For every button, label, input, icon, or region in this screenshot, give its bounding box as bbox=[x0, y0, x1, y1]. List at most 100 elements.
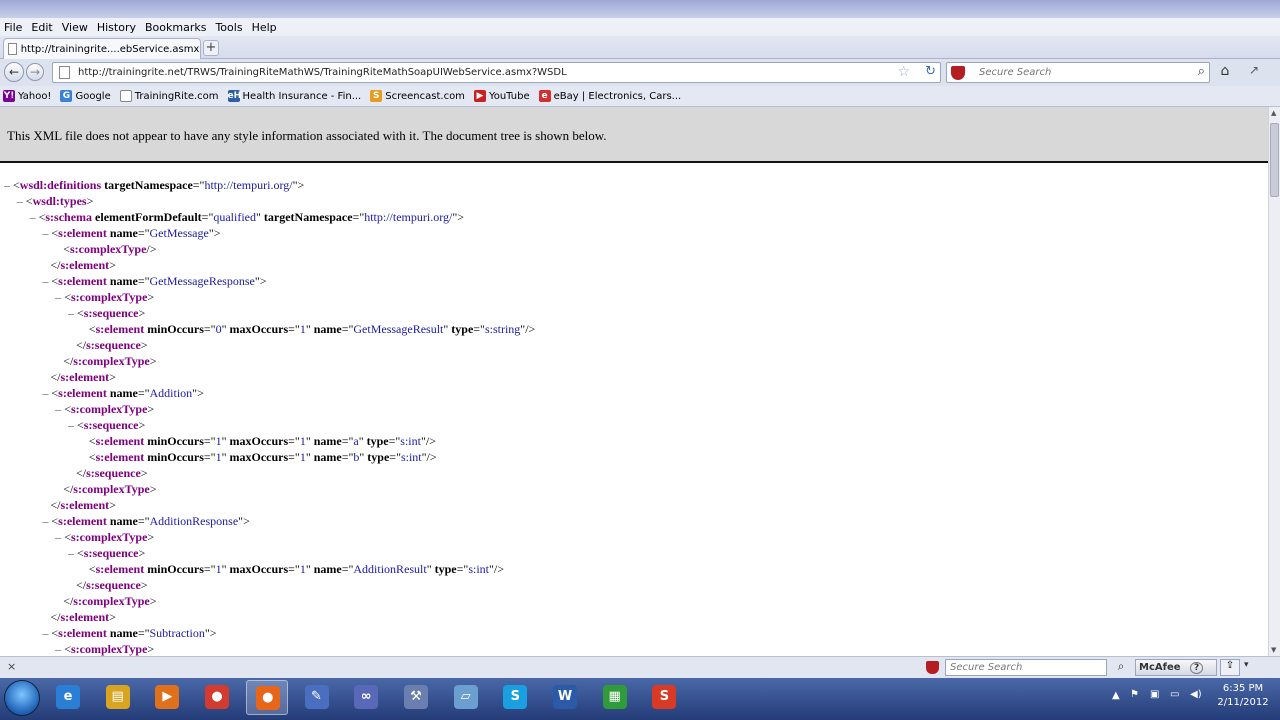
flag-icon[interactable]: ⚑ bbox=[1130, 689, 1139, 700]
taskbar-tools[interactable]: ⚒ bbox=[395, 680, 437, 715]
chevron-down-icon[interactable]: ▾ bbox=[1244, 660, 1249, 670]
menu-file[interactable]: File bbox=[4, 21, 22, 34]
collapse-toggle-icon[interactable]: – bbox=[55, 402, 64, 416]
taskbar-firefox[interactable]: ● bbox=[245, 680, 288, 715]
collapse-toggle-icon[interactable]: – bbox=[55, 290, 64, 304]
taskbar-notepad[interactable]: ▱ bbox=[445, 680, 487, 715]
xml-line: – <s:element name="Addition"> bbox=[42, 385, 203, 401]
menu-view[interactable]: View bbox=[62, 21, 88, 34]
taskbar-pen-tool[interactable]: ✎ bbox=[296, 680, 338, 715]
bookmark-item[interactable]: ▶ YouTube bbox=[473, 90, 530, 102]
home-icon[interactable]: ⌂ bbox=[1214, 63, 1236, 82]
tray-arrow-icon[interactable]: ▲ bbox=[1112, 690, 1120, 701]
vertical-scrollbar[interactable]: ▲ ▼ bbox=[1268, 107, 1280, 656]
search-icon[interactable]: ⌕ bbox=[1112, 659, 1130, 676]
xml-punctuation: </ bbox=[50, 498, 61, 512]
search-input[interactable] bbox=[979, 67, 1179, 78]
taskbar-explorer[interactable]: ▤ bbox=[97, 680, 139, 715]
taskbar-skype[interactable]: S bbox=[494, 680, 536, 715]
bookmark-item[interactable]: S Screencast.com bbox=[370, 90, 465, 102]
xml-line: – <s:element name="Subtraction"> bbox=[42, 625, 216, 641]
media-player-icon: ▶ bbox=[155, 685, 180, 709]
menu-tools[interactable]: Tools bbox=[215, 21, 242, 34]
xml-line: – <wsdl:types> bbox=[17, 193, 94, 209]
collapse-toggle-icon[interactable]: – bbox=[55, 642, 64, 656]
mcafee-button[interactable]: McAfee ? bbox=[1135, 659, 1217, 676]
windows-taskbar: e ▤ ▶ ● ● ✎ ∞ ⚒ ▱ S W ▦ S ▲ ⚑ ▣ ▭ ◀) 6:35 PM 2/11/20… bbox=[0, 678, 1280, 720]
menu-history[interactable]: History bbox=[97, 21, 136, 34]
bookmark-item[interactable]: e eBay | Electronics, Cars... bbox=[538, 90, 681, 102]
start-button[interactable] bbox=[4, 680, 40, 716]
menu-help[interactable]: Help bbox=[252, 21, 277, 34]
xml-attribute-value: GetMessageResult bbox=[353, 322, 444, 336]
xml-punctuation: < bbox=[88, 434, 96, 448]
new-tab-button[interactable]: + bbox=[203, 40, 219, 56]
bookmark-item[interactable]: G Google bbox=[60, 90, 111, 102]
collapse-toggle-icon[interactable]: – bbox=[68, 306, 77, 320]
xml-tag-name: s:element bbox=[58, 226, 107, 240]
xml-attribute-name: maxOccurs bbox=[229, 562, 289, 576]
taskbar-chrome[interactable]: ● bbox=[196, 680, 238, 715]
xml-tag-name: s:sequence bbox=[83, 546, 139, 560]
bookmark-item[interactable]: eH Health Insurance - Fin... bbox=[227, 90, 361, 102]
url-bar[interactable]: http://trainingrite.net/TRWS/TrainingRit… bbox=[52, 62, 941, 83]
collapse-toggle-icon[interactable]: – bbox=[4, 178, 13, 192]
search-icon[interactable]: ⌕ bbox=[1198, 64, 1205, 79]
xml-punctuation: =" bbox=[341, 434, 354, 448]
xml-punctuation: > bbox=[109, 258, 116, 272]
bookmark-label: Screencast.com bbox=[385, 90, 465, 102]
bookmark-star-icon[interactable]: ☆ bbox=[897, 64, 910, 80]
xml-punctuation: > bbox=[138, 306, 146, 320]
status-search-input[interactable]: Secure Search bbox=[945, 659, 1107, 676]
forward-button[interactable]: → bbox=[26, 63, 44, 81]
taskbar-ie[interactable]: e bbox=[47, 680, 89, 715]
help-icon[interactable]: ? bbox=[1190, 662, 1204, 674]
addon-bar: × Secure Search ⌕ McAfee ? ⇪ ▾ bbox=[0, 656, 1280, 678]
bookmark-favicon-icon: e bbox=[538, 90, 551, 102]
collapse-toggle-icon[interactable]: – bbox=[68, 418, 77, 432]
addon-icon[interactable]: ↗ bbox=[1242, 63, 1266, 82]
close-icon[interactable]: × bbox=[7, 660, 16, 673]
collapse-toggle-icon[interactable]: – bbox=[68, 546, 77, 560]
xml-line: </s:element> bbox=[42, 369, 116, 385]
xml-punctuation: > bbox=[147, 290, 155, 304]
back-button[interactable]: ← bbox=[4, 62, 24, 82]
bookmark-item[interactable]: TrainingRite.com bbox=[119, 90, 219, 102]
taskbar-link-app[interactable]: ∞ bbox=[345, 680, 387, 715]
tab-wsdl[interactable]: http://trainingrite....ebService.asmx?WS… bbox=[3, 38, 201, 59]
menu-edit[interactable]: Edit bbox=[31, 21, 52, 34]
taskbar-spreadsheet[interactable]: ▦ bbox=[594, 680, 636, 715]
xml-attribute-value: qualified bbox=[213, 210, 256, 224]
bookmark-item[interactable]: Y! Yahoo! bbox=[3, 90, 51, 102]
xml-line: – <s:complexType> bbox=[55, 641, 154, 656]
xml-attribute-name: name bbox=[109, 626, 138, 640]
taskbar-word[interactable]: W bbox=[544, 680, 586, 715]
xml-attribute-name: minOccurs bbox=[147, 434, 204, 448]
network-icon[interactable]: ▣ bbox=[1150, 689, 1159, 700]
clock[interactable]: 6:35 PM 2/11/2012 bbox=[1208, 682, 1278, 710]
taskbar-media-player[interactable]: ▶ bbox=[146, 680, 188, 715]
collapse-toggle-icon[interactable]: – bbox=[17, 194, 26, 208]
volume-icon[interactable]: ◀) bbox=[1190, 689, 1202, 700]
xml-line: – <s:sequence> bbox=[68, 545, 145, 561]
xml-punctuation: > bbox=[140, 578, 148, 592]
tab-title: http://trainingrite....ebService.asmx?WS… bbox=[20, 43, 200, 55]
scroll-down-icon[interactable]: ▼ bbox=[1271, 646, 1276, 654]
scrollbar-thumb[interactable] bbox=[1270, 123, 1279, 197]
xml-punctuation: =" bbox=[389, 450, 401, 464]
collapse-toggle-icon[interactable]: – bbox=[55, 530, 64, 544]
xml-punctuation: "> bbox=[452, 210, 464, 224]
xml-punctuation: =" bbox=[137, 626, 150, 640]
menu-bookmarks[interactable]: Bookmarks bbox=[145, 21, 206, 34]
display-icon[interactable]: ▭ bbox=[1170, 689, 1179, 700]
reload-icon[interactable]: ↻ bbox=[925, 64, 936, 79]
word-icon: W bbox=[553, 685, 577, 709]
xml-punctuation: < bbox=[64, 402, 71, 416]
xml-tag-name: s:complexType bbox=[70, 642, 148, 656]
xml-line: <s:element minOccurs="1" maxOccurs="1" n… bbox=[81, 561, 504, 577]
collapse-toggle-icon[interactable]: – bbox=[30, 210, 39, 224]
scroll-up-icon[interactable]: ▲ bbox=[1271, 109, 1276, 117]
share-icon[interactable]: ⇪ bbox=[1220, 659, 1240, 676]
taskbar-snagit[interactable]: S bbox=[643, 680, 685, 715]
bookmark-label: Google bbox=[75, 90, 111, 102]
